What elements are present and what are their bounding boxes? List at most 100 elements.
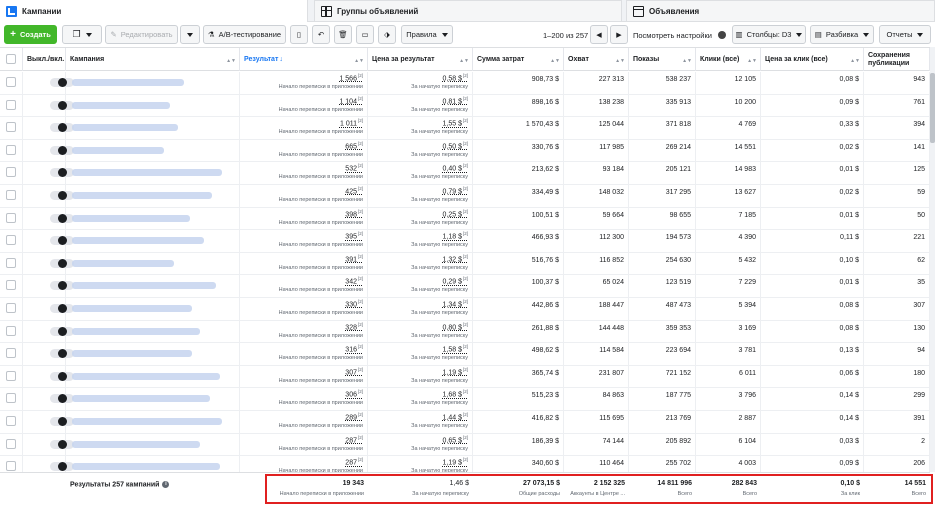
campaign-name-cell[interactable] [66, 185, 240, 207]
table-row[interactable]: 307[2] Начало переписки в приложении 1,19 … [0, 365, 930, 389]
row-checkbox[interactable] [6, 235, 16, 246]
cost-value[interactable]: 0,40 $[2] [443, 163, 468, 172]
table-row[interactable]: 316[2] Начало переписки в приложении 1,58 … [0, 343, 930, 366]
row-checkbox[interactable] [6, 167, 16, 178]
campaign-name-redacted[interactable] [72, 214, 190, 222]
column-header-spend[interactable]: Сумма затрат ▲▼ [473, 48, 564, 71]
row-checkbox[interactable] [6, 348, 16, 359]
column-header-reach[interactable]: Охват ▲▼ [564, 48, 629, 71]
row-checkbox[interactable] [6, 257, 16, 268]
campaign-name-cell[interactable] [66, 117, 240, 140]
table-row[interactable]: 532[2] Начало переписки в приложении 0,40 … [0, 162, 930, 185]
cost-value[interactable]: 1,44 $[2] [443, 412, 468, 421]
campaign-name-redacted[interactable] [72, 101, 170, 109]
table-row[interactable]: 398[2] Начало переписки в приложении 0,25 … [0, 207, 930, 231]
campaign-name-redacted[interactable] [72, 192, 212, 199]
campaign-name-cell[interactable] [66, 411, 240, 433]
campaign-name-redacted[interactable] [72, 124, 178, 132]
result-value[interactable]: 306[2] [345, 389, 363, 398]
rules-dropdown[interactable]: Правила [401, 25, 453, 44]
table-row[interactable]: 1 104[2] Начало переписки в приложении 0,8… [0, 94, 930, 118]
campaign-name-redacted[interactable] [72, 169, 222, 177]
campaign-name-cell[interactable] [66, 230, 240, 253]
result-value[interactable]: 287[2] [345, 457, 363, 466]
cost-value[interactable]: 0,81 $[2] [443, 96, 468, 105]
row-checkbox[interactable] [6, 393, 16, 404]
result-value[interactable]: 391[2] [345, 254, 363, 263]
row-checkbox[interactable] [6, 416, 16, 426]
campaign-name-redacted[interactable] [72, 259, 174, 267]
tab-campaigns[interactable]: Кампании [0, 0, 308, 22]
campaign-name-cell[interactable] [66, 298, 240, 320]
campaign-name-redacted[interactable] [72, 237, 204, 245]
table-row[interactable]: 328[2] Начало переписки в приложении 0,80 … [0, 320, 930, 344]
table-row[interactable]: 289[2] Начало переписки в приложении 1,44 … [0, 411, 930, 434]
campaign-name-cell[interactable] [66, 275, 240, 298]
scrollbar-thumb[interactable] [930, 73, 935, 143]
create-button[interactable]: + Создать [4, 25, 57, 44]
campaign-name-cell[interactable] [66, 162, 240, 185]
reports-dropdown[interactable]: Отчеты [879, 25, 931, 44]
column-header-clicks[interactable]: Клики (все) ▲▼ [696, 48, 761, 71]
row-checkbox[interactable] [6, 303, 16, 313]
table-row[interactable]: 1 566[2] Начало переписки в приложении 0,5… [0, 72, 930, 95]
campaign-name-redacted[interactable] [72, 463, 220, 471]
cost-value[interactable]: 1,58 $[2] [443, 344, 468, 353]
row-checkbox[interactable] [6, 212, 16, 223]
cost-value[interactable]: 1,18 $[2] [443, 231, 468, 240]
row-checkbox[interactable] [6, 190, 16, 200]
result-value[interactable]: 1 104[2] [339, 96, 363, 105]
result-value[interactable]: 665[2] [345, 141, 363, 150]
campaign-name-redacted[interactable] [72, 372, 220, 380]
campaign-name-cell[interactable] [66, 94, 240, 117]
campaign-name-redacted[interactable] [72, 79, 184, 86]
result-value[interactable]: 532[2] [345, 163, 363, 172]
campaign-name-cell[interactable] [66, 72, 240, 94]
campaign-name-cell[interactable] [66, 388, 240, 411]
cost-value[interactable]: 1,55 $[2] [443, 118, 468, 127]
result-value[interactable]: 1 566[2] [339, 73, 363, 82]
campaign-name-redacted[interactable] [72, 146, 164, 154]
result-value[interactable]: 316[2] [345, 344, 363, 353]
row-checkbox[interactable] [6, 370, 16, 381]
view-settings-toggle[interactable]: Посмотреть настройки [633, 24, 726, 46]
table-row[interactable]: 1 011[2] Начало переписки в приложении 1,5… [0, 117, 930, 140]
campaign-name-redacted[interactable] [72, 418, 222, 425]
result-value[interactable]: 330[2] [345, 299, 363, 308]
campaign-name-cell[interactable] [66, 365, 240, 388]
table-row[interactable]: 391[2] Начало переписки в приложении 1,32 … [0, 252, 930, 276]
tab-ads[interactable]: Объявления [626, 0, 935, 22]
table-row[interactable]: 665[2] Начало переписки в приложении 0,50 … [0, 139, 930, 163]
edit-dropdown-button[interactable] [180, 25, 200, 44]
result-value[interactable]: 1 011[2] [340, 118, 363, 127]
column-header-toggle[interactable]: Выкл./вкл. [23, 48, 66, 71]
duplicate-button[interactable]: ❐ [62, 25, 102, 44]
campaign-name-cell[interactable] [66, 139, 240, 162]
result-value[interactable]: 287[2] [345, 435, 363, 444]
row-checkbox[interactable] [6, 325, 16, 336]
cost-value[interactable]: 0,58 $[2] [443, 73, 468, 82]
clipboard-button[interactable]: ▯ [290, 25, 308, 44]
columns-dropdown[interactable]: ▥ Столбцы: D3 [732, 25, 806, 44]
cost-value[interactable]: 0,65 $[2] [443, 435, 468, 444]
result-value[interactable]: 289[2] [345, 412, 363, 421]
cost-value[interactable]: 1,68 $[2] [443, 389, 468, 398]
cost-value[interactable]: 0,79 $[2] [443, 186, 468, 195]
cost-value[interactable]: 0,29 $[2] [443, 276, 468, 285]
campaign-name-cell[interactable] [66, 433, 240, 456]
result-value[interactable]: 398[2] [345, 209, 363, 218]
breakdown-dropdown[interactable]: ▤ Разбивка [810, 25, 874, 44]
row-checkbox[interactable] [6, 280, 16, 291]
select-all-checkbox[interactable] [6, 54, 16, 64]
campaign-name-redacted[interactable] [72, 327, 200, 335]
table-row[interactable]: 330[2] Начало переписки в приложении 1,34 … [0, 298, 930, 321]
row-checkbox[interactable] [6, 122, 16, 133]
column-header-impressions[interactable]: Показы ▲▼ [629, 48, 696, 71]
campaign-name-redacted[interactable] [72, 282, 216, 290]
column-header-cpc[interactable]: Цена за клик (все) ▲▼ [761, 48, 864, 71]
campaign-name-cell[interactable] [66, 320, 240, 343]
tag-button[interactable]: ⬗ [378, 25, 396, 44]
row-checkbox[interactable] [6, 77, 16, 87]
cost-value[interactable]: 0,50 $[2] [443, 141, 468, 150]
row-checkbox[interactable] [6, 99, 16, 110]
